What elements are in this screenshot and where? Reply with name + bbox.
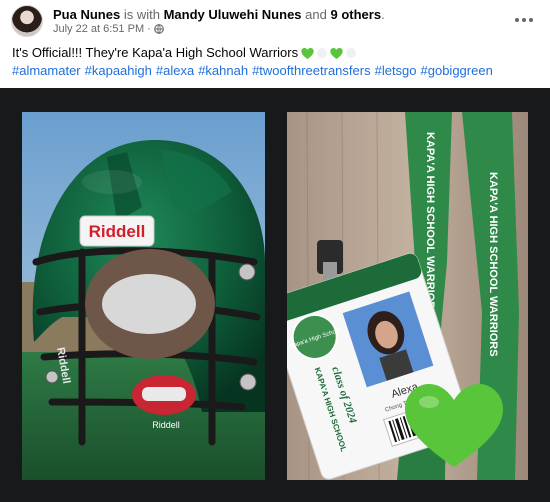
post-header: Pua Nunes is with Mandy Uluwehi Nunes an… <box>0 0 550 40</box>
with-text: is with <box>123 7 160 22</box>
more-icon <box>515 18 519 22</box>
meta-separator: · <box>147 23 151 35</box>
hashtag-link[interactable]: #kapaahigh <box>85 62 152 80</box>
more-options-button[interactable] <box>512 11 536 29</box>
sparkle-emoji-icon <box>346 48 357 58</box>
period-text: . <box>381 7 385 22</box>
hashtag-list: #almamater #kapaahigh #alexa #kahnah #tw… <box>12 62 538 80</box>
hashtag-link[interactable]: #gobiggreen <box>421 62 493 80</box>
helmet-brand-text: Riddell <box>89 222 146 241</box>
post-message-line: It's Official!!! They're Kapa'a High Sch… <box>12 44 538 62</box>
author-line: Pua Nunes is with Mandy Uluwehi Nunes an… <box>53 7 385 22</box>
post-timestamp[interactable]: July 22 at 6:51 PM <box>53 23 144 35</box>
photo-area: Riddell Riddell Riddell KAPA'A HIGH SCHO… <box>0 88 550 502</box>
more-icon <box>529 18 533 22</box>
sparkle-emoji-icon <box>317 48 328 58</box>
hashtag-link[interactable]: #kahnah <box>198 62 248 80</box>
others-link[interactable]: 9 others <box>330 7 381 22</box>
post-text: It's Official!!! They're Kapa'a High Sch… <box>12 44 538 80</box>
more-icon <box>522 18 526 22</box>
id-card-photo-image: KAPA'A HIGH SCHOOL WARRIORS KAPA'A HIGH … <box>287 112 528 480</box>
globe-icon[interactable] <box>153 24 164 34</box>
hashtag-link[interactable]: #almamater <box>12 62 81 80</box>
chin-strap-text: Riddell <box>152 420 180 430</box>
post-message: It's Official!!! They're Kapa'a High Sch… <box>12 45 299 60</box>
hashtag-link[interactable]: #letsgo <box>375 62 417 80</box>
post-meta: July 22 at 6:51 PM · <box>53 23 164 35</box>
hashtag-link[interactable]: #alexa <box>156 62 194 80</box>
green-heart-emoji-icon <box>301 47 314 59</box>
id-card-photo[interactable]: KAPA'A HIGH SCHOOL WARRIORS KAPA'A HIGH … <box>287 112 528 480</box>
helmet-photo-image: Riddell Riddell Riddell <box>22 112 265 480</box>
helmet-photo[interactable]: Riddell Riddell Riddell <box>22 112 265 480</box>
hashtag-link[interactable]: #twoofthreetransfers <box>252 62 371 80</box>
author-name[interactable]: Pua Nunes <box>53 7 120 22</box>
and-text: and <box>305 7 327 22</box>
tagged-person-link[interactable]: Mandy Uluwehi Nunes <box>164 7 302 22</box>
author-avatar[interactable] <box>11 5 43 37</box>
green-heart-emoji-icon <box>330 47 343 59</box>
lanyard-text-2: KAPA'A HIGH SCHOOL WARRIORS <box>487 172 499 357</box>
